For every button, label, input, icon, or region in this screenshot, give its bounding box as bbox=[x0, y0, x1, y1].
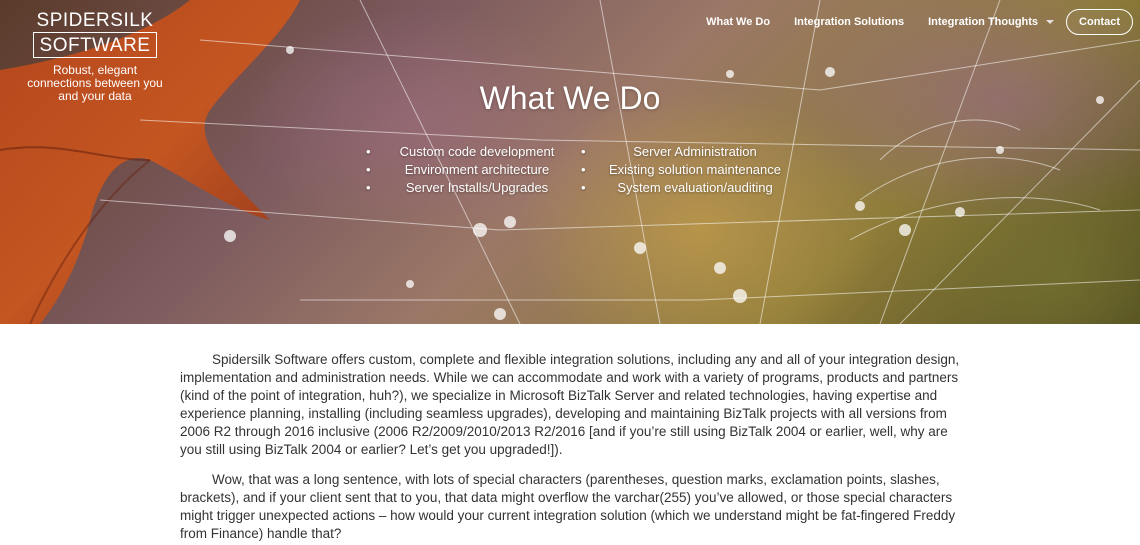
logo-wordmark-bottom: SOFTWARE bbox=[32, 32, 158, 58]
intro-paragraph: Wow, that was a long sentence, with lots… bbox=[180, 472, 956, 541]
chevron-down-icon[interactable] bbox=[1046, 20, 1055, 24]
logo-wordmark-top: SPIDERSILK bbox=[36, 10, 154, 31]
nav-what-we-do[interactable]: What We Do bbox=[706, 16, 770, 28]
page-title: What We Do bbox=[479, 80, 661, 116]
service-item: System evaluation/auditing bbox=[581, 179, 785, 197]
main-nav: What We Do Integration Solutions Integra… bbox=[706, 9, 1133, 35]
hero-banner: SPIDERSILK SOFTWARE Robust, elegant conn… bbox=[0, 0, 1140, 324]
contact-button[interactable]: Contact bbox=[1066, 9, 1133, 35]
services-list-right: Server Administration Existing solution … bbox=[581, 143, 785, 197]
services-list-left: Custom code development Environment arch… bbox=[366, 143, 564, 197]
spider-web-image bbox=[99, 0, 1140, 324]
nav-integration-solutions[interactable]: Integration Solutions bbox=[794, 16, 904, 28]
service-item: Environment architecture bbox=[366, 161, 564, 179]
service-item: Existing solution maintenance bbox=[581, 161, 785, 179]
nav-integration-thoughts[interactable]: Integration Thoughts bbox=[928, 16, 1038, 28]
service-item: Server Administration bbox=[581, 143, 785, 161]
intro-content: Spidersilk Software offers custom, compl… bbox=[180, 351, 960, 545]
intro-paragraph: Spidersilk Software offers custom, compl… bbox=[180, 352, 960, 457]
service-item: Server Installs/Upgrades bbox=[366, 179, 564, 197]
nav-integration-thoughts-dropdown[interactable]: Integration Thoughts bbox=[928, 16, 1055, 28]
service-item: Custom code development bbox=[366, 143, 564, 161]
